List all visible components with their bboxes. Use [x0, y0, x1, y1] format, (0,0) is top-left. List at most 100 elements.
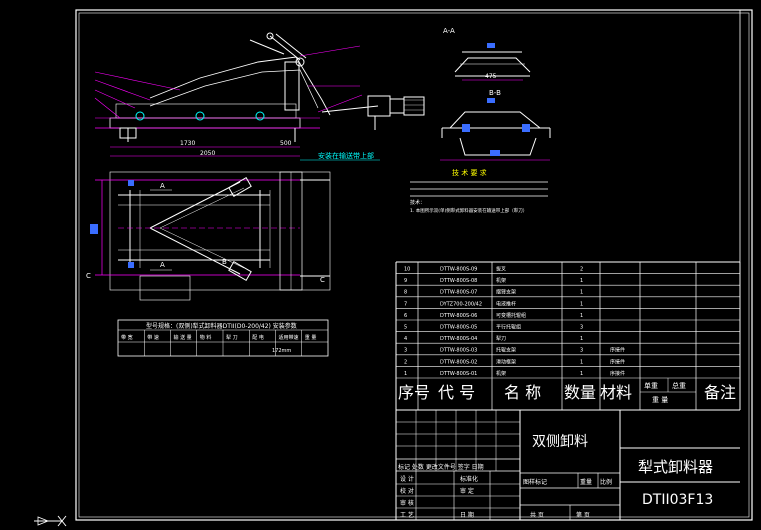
bom-cell: 3 [580, 348, 583, 354]
dim-1730: 1730 [180, 140, 195, 147]
bom-cell: 托辊支架 [496, 347, 516, 354]
bom-cell: 2 [404, 359, 407, 365]
tech-req-title: 技 术 要 求 [452, 168, 487, 177]
tb-sheets-total: 共 页 [530, 511, 544, 519]
inner-border [78, 12, 750, 518]
bom-cell: 1 [580, 359, 583, 365]
cyan-note: 安装在输送带上部 [318, 151, 374, 160]
bom-cell: DTTW-800S-09 [440, 267, 477, 273]
bom-weight-header: 总重 [672, 381, 686, 390]
tb-rev-labels: 标记 处数 更改文件号 签字 日期 [398, 463, 484, 471]
tb-scale: 比例 [600, 478, 612, 486]
tb-drawing-no: DTII03F13 [642, 492, 713, 508]
front-elevation-view: 1730 2050 500 安装在输送带上部 [94, 32, 425, 161]
bom-cell: 1 [580, 290, 583, 296]
bom-cell: DTTW-800S-06 [440, 313, 477, 319]
label-c-right: C [320, 276, 325, 284]
bom-cell: 9 [404, 278, 407, 284]
bom-table: 10 DTTW-800S-09 拔叉 2 9 DTTW-800S-08 机架 1 8 DTTW-8… [395, 261, 741, 410]
bom-cell: 7 [404, 301, 407, 307]
bom-cell: 电液推杆 [496, 300, 516, 307]
spec-header-0: 带 宽 [121, 334, 133, 341]
bom-cell: 序接件 [610, 370, 625, 377]
spec-header-7: 重 量 [305, 334, 317, 341]
bom-cell: 3 [580, 325, 583, 331]
bom-cell: 1 [580, 336, 583, 342]
bom-cell: DTTW-800S-03 [440, 348, 477, 354]
bom-header-cell: 序号 [398, 383, 430, 402]
bom-cell: 摆臂支架 [496, 289, 516, 296]
tb-check: 校 对 [400, 487, 414, 495]
outer-border [75, 9, 753, 521]
bom-cell: 机架 [496, 277, 506, 284]
bom-cell: 拔叉 [496, 266, 506, 273]
bom-cell: 10 [404, 267, 410, 273]
tb-design: 设 计 [400, 475, 414, 483]
bom-weight-header: 单重 [644, 381, 658, 390]
cad-canvas[interactable]: 1730 2050 500 安装在输送带上部 A A B C C A-A 475… [0, 0, 761, 530]
bom-cell: 4 [404, 336, 407, 342]
bom-cell: DTTW-800S-01 [440, 371, 477, 377]
tb-sheet-no: 第 页 [576, 511, 590, 519]
spec-header-6: 适用带速 [279, 334, 299, 341]
spec-table-weight: 172mm [272, 348, 291, 354]
bom-cell: 6 [404, 313, 407, 319]
spec-table: 型号规格：(双侧)犁式卸料器DTII(D0-200/42) 安装参数 带 宽 带 … [117, 319, 329, 357]
bom-cell: 1 [580, 313, 583, 319]
bom-cell: 可变槽托辊组 [496, 312, 526, 319]
spec-header-4: 犁 刀 [226, 334, 238, 341]
tb-weight: 重量 [580, 478, 592, 486]
bom-cell: DTTW-800S-08 [440, 278, 477, 284]
tb-subtitle: 双侧卸料 [532, 434, 588, 450]
tb-process: 工 艺 [400, 511, 414, 519]
bom-cell: 5 [404, 325, 407, 331]
tb-audit: 审 核 [400, 499, 414, 507]
spec-header-3: 物 料 [200, 334, 212, 341]
bom-cell: 平行托辊组 [496, 324, 521, 331]
tb-title: 犁式卸料器 [638, 458, 713, 476]
bom-cell: DTTW-800S-07 [440, 290, 477, 296]
bom-cell: 机架 [496, 370, 506, 377]
dim-500: 500 [280, 140, 292, 147]
bom-cell: 滑动框架 [496, 358, 516, 365]
technical-requirements: 技 术 要 求 技术： 1. 本图所示双(单)侧犁式卸料器安装在输送带上部（犁刀… [410, 168, 548, 214]
section-aa-view: A-A 475 B-B [443, 27, 531, 97]
bom-cell: 3 [404, 348, 407, 354]
bom-cell: DTTW-800S-02 [440, 359, 477, 365]
section-bb-view [440, 98, 551, 161]
label-b: B [222, 258, 227, 266]
bom-header-cell: 代 号 [438, 383, 475, 402]
bom-header-cell: 数量 [564, 383, 596, 402]
dim-475: 475 [485, 73, 497, 80]
section-bb-label: B-B [489, 89, 501, 97]
bom-cell: 序接件 [610, 347, 625, 354]
bom-cell: 2 [580, 267, 583, 273]
bom-header-cell: 备注 [704, 383, 736, 402]
bom-cell: 1 [404, 371, 407, 377]
bom-cell: DYTZ700-200/42 [440, 301, 482, 307]
plan-view: A A B C C [86, 171, 331, 301]
bom-header-cell: 名 称 [504, 383, 541, 402]
bom-cell: DTTW-800S-05 [440, 325, 477, 331]
label-a-top: A [160, 182, 165, 190]
ucs-icon [34, 515, 67, 527]
tb-review: 审 定 [460, 487, 474, 495]
bom-cell: DTTW-800S-04 [440, 336, 477, 342]
spec-header-1: 带 速 [147, 335, 159, 341]
dim-2050: 2050 [200, 150, 215, 157]
tb-stage: 图样标记 [523, 478, 547, 486]
bom-cell: 1 [580, 278, 583, 284]
bom-cell: 1 [580, 301, 583, 307]
tech-req-line2: 1. 本图所示双(单)侧犁式卸料器安装在输送带上部（犁刀） [410, 207, 527, 214]
tb-standard: 标准化 [460, 475, 478, 483]
bom-header-cell: 材料 [600, 383, 632, 402]
tb-date: 日 期 [460, 511, 474, 519]
bom-cell: 犁刀 [496, 335, 506, 342]
section-aa-label: A-A [443, 27, 455, 35]
label-c-left: C [86, 272, 91, 280]
bom-cell: 序接件 [610, 358, 625, 365]
label-a-bottom: A [160, 261, 165, 269]
bom-weight-header: 重 量 [652, 396, 668, 404]
bom-cell: 8 [404, 290, 407, 296]
bom-cell: 1 [580, 371, 583, 377]
